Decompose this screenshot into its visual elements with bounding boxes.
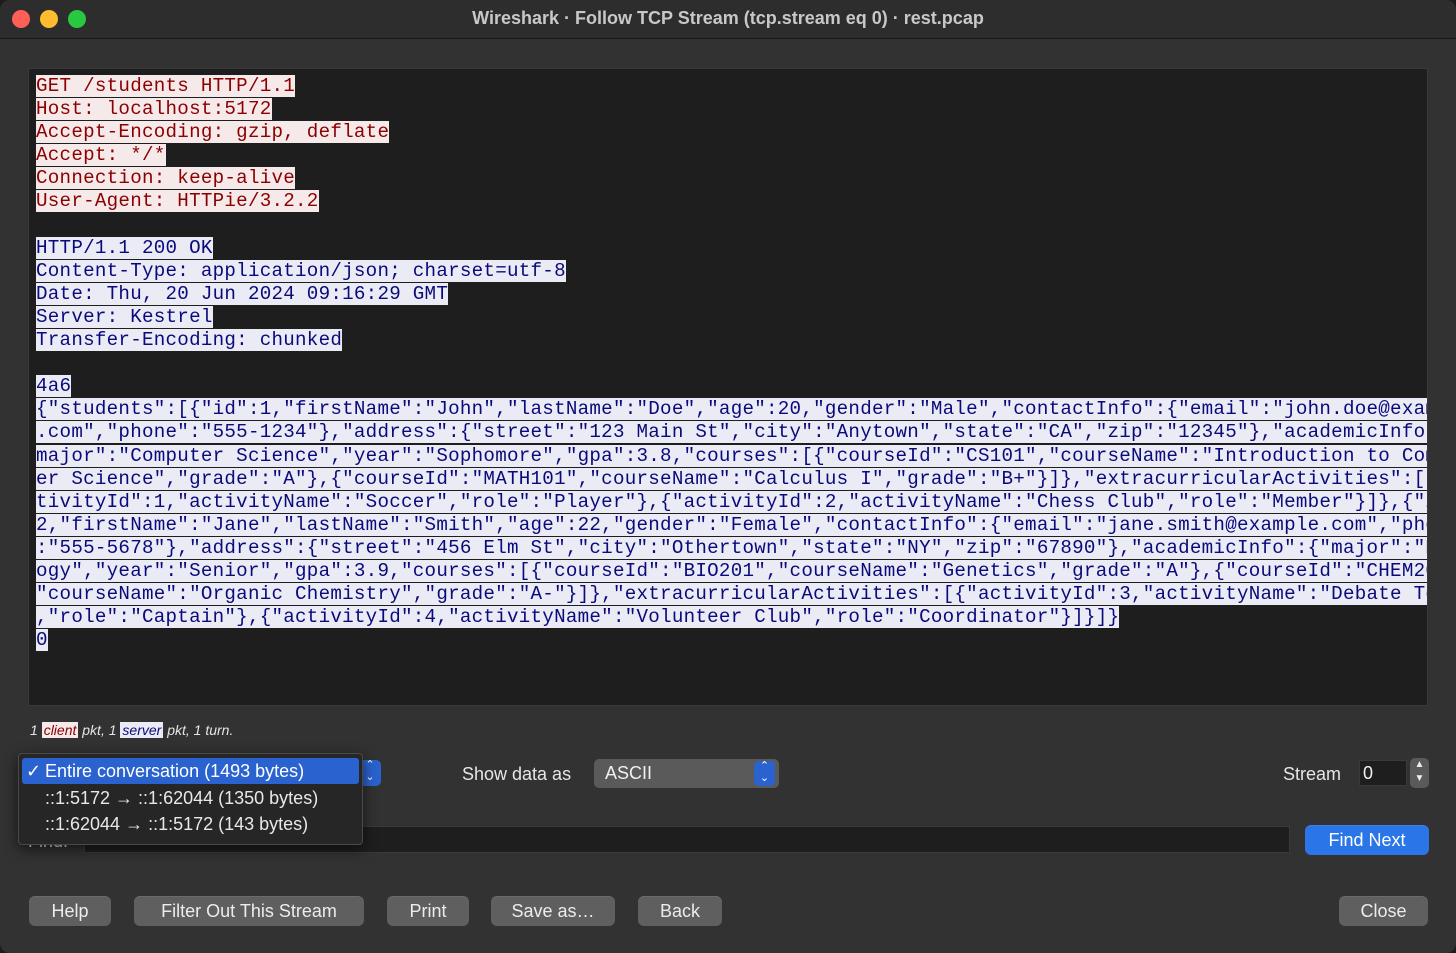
stream-text: tivityId":1,"activityName":"Soccer","rol…: [36, 490, 1427, 513]
conversation-option-label: Entire conversation (1493 bytes): [45, 761, 305, 781]
stepper-icon[interactable]: ▲ ▼: [1410, 758, 1429, 788]
stream-number-value: 0: [1363, 763, 1374, 783]
stream-text: :"555-5678"},"address":{"street":"456 El…: [36, 536, 1427, 559]
server-tag: server: [120, 722, 164, 738]
client-tag: client: [41, 722, 79, 738]
summary-middle: pkt, 1: [78, 722, 121, 738]
client-data-line: User-Agent: HTTPie/3.2.2: [36, 190, 1427, 213]
stream-text: Connection: keep-alive: [36, 167, 296, 190]
stream-text: 0: [36, 629, 48, 652]
server-data-line: {"students":[{"id":1,"firstName":"John",…: [36, 398, 1427, 421]
client-data-line: Accept-Encoding: gzip, deflate: [36, 121, 1427, 144]
summary-suffix: pkt, 1 turn.: [163, 722, 234, 738]
stream-summary: 1 client pkt, 1 server pkt, 1 turn.: [30, 722, 233, 738]
conversation-option[interactable]: ::1:62044 → ::1:5172 (143 bytes): [22, 811, 359, 837]
conversation-option[interactable]: ✓ Entire conversation (1493 bytes): [22, 758, 359, 784]
server-data-line: "courseName":"Organic Chemistry","grade"…: [36, 583, 1427, 606]
stream-text: HTTP/1.1 200 OK: [36, 236, 213, 259]
server-data-line: HTTP/1.1 200 OK: [36, 236, 1427, 260]
back-button[interactable]: Back: [638, 896, 722, 926]
stream-text: Content-Type: application/json; charset=…: [36, 259, 566, 282]
stream-text: GET /students HTTP/1.1: [36, 75, 296, 97]
server-data-line: :"555-5678"},"address":{"street":"456 El…: [36, 536, 1427, 560]
stream-text: .com","phone":"555-1234"},"address":{"st…: [36, 421, 1427, 444]
server-data-line: Content-Type: application/json; charset=…: [36, 259, 1427, 283]
server-data-line: Date: Thu, 20 Jun 2024 09:16:29 GMT: [36, 282, 1427, 306]
stream-text: er Science","grade":"A"},{"courseId":"MA…: [36, 467, 1427, 490]
show-data-value: ASCII: [605, 763, 653, 783]
show-data-select[interactable]: ASCII ⌃ ⌄: [594, 759, 779, 788]
stream-text: Accept-Encoding: gzip, deflate: [36, 121, 390, 144]
stream-text: 2,"firstName":"Jane","lastName":"Smith",…: [36, 513, 1427, 536]
client-data-line: Host: localhost:5172: [36, 98, 1427, 121]
server-data-line: ogy","year":"Senior","gpa":3.9,"courses"…: [36, 559, 1427, 583]
stream-text: ,"role":"Captain"},{"activityId":4,"acti…: [36, 606, 1120, 629]
stream-label: Stream: [1283, 764, 1342, 784]
stream-text: Transfer-Encoding: chunked: [36, 329, 343, 352]
stream-text: "courseName":"Organic Chemistry","grade"…: [36, 583, 1427, 606]
server-data-line: Server: Kestrel: [36, 305, 1427, 329]
server-data-line: Transfer-Encoding: chunked: [36, 329, 1427, 352]
server-data-line: er Science","grade":"A"},{"courseId":"MA…: [36, 467, 1427, 491]
conversation-dropdown-menu[interactable]: ✓ Entire conversation (1493 bytes) ::1:5…: [18, 753, 363, 845]
print-button[interactable]: Print: [387, 896, 469, 926]
stream-number-input[interactable]: 0: [1359, 760, 1407, 786]
server-data-line: 4a6: [36, 375, 1427, 398]
conversation-option-label: ::1:62044 → ::1:5172 (143 bytes): [45, 814, 309, 834]
checkmark-icon: ✓: [26, 761, 42, 781]
filter-out-stream-button[interactable]: Filter Out This Stream: [134, 896, 364, 926]
client-data-line: GET /students HTTP/1.1: [36, 75, 1427, 98]
stream-content-pane[interactable]: GET /students HTTP/1.1 Host: localhost:51…: [28, 68, 1428, 706]
server-data-line: 0: [36, 629, 1427, 652]
close-button[interactable]: Close: [1339, 896, 1428, 926]
server-data-line: tivityId":1,"activityName":"Soccer","rol…: [36, 490, 1427, 514]
stream-text: Date: Thu, 20 Jun 2024 09:16:29 GMT: [36, 282, 449, 305]
stream-text: Host: localhost:5172: [36, 98, 272, 121]
conversation-option-label: ::1:5172 → ::1:62044 (1350 bytes): [45, 788, 319, 808]
summary-prefix: 1: [30, 722, 42, 738]
stream-text: 4a6: [36, 375, 72, 398]
save-as-button[interactable]: Save as…: [491, 896, 615, 926]
server-data-line: .com","phone":"555-1234"},"address":{"st…: [36, 421, 1427, 444]
show-data-label: Show data as: [462, 764, 572, 784]
stream-text: {"students":[{"id":1,"firstName":"John",…: [36, 398, 1427, 421]
client-data-line: Connection: keep-alive: [36, 167, 1427, 190]
server-data-line: major":"Computer Science","year":"Sophom…: [36, 444, 1427, 468]
stream-text: User-Agent: HTTPie/3.2.2: [36, 190, 319, 213]
stream-text: ogy","year":"Senior","gpa":3.9,"courses"…: [36, 559, 1427, 582]
help-button[interactable]: Help: [29, 896, 111, 926]
chevron-updown-icon: ⌃ ⌄: [754, 761, 775, 786]
server-data-line: ,"role":"Captain"},{"activityId":4,"acti…: [36, 606, 1427, 629]
stream-text: Accept: */*: [36, 144, 166, 167]
client-data-line: Accept: */*: [36, 144, 1427, 167]
stream-text: Server: Kestrel: [36, 305, 213, 328]
find-next-button[interactable]: Find Next: [1305, 825, 1429, 855]
window-title: Wireshark · Follow TCP Stream (tcp.strea…: [472, 8, 984, 28]
stream-text: major":"Computer Science","year":"Sophom…: [36, 444, 1427, 467]
conversation-option[interactable]: ::1:5172 → ::1:62044 (1350 bytes): [22, 785, 359, 811]
server-data-line: 2,"firstName":"Jane","lastName":"Smith",…: [36, 513, 1427, 537]
follow-tcp-stream-window: Wireshark · Follow TCP Stream (tcp.strea…: [0, 0, 1456, 953]
title-bar[interactable]: Wireshark · Follow TCP Stream (tcp.strea…: [0, 0, 1456, 39]
